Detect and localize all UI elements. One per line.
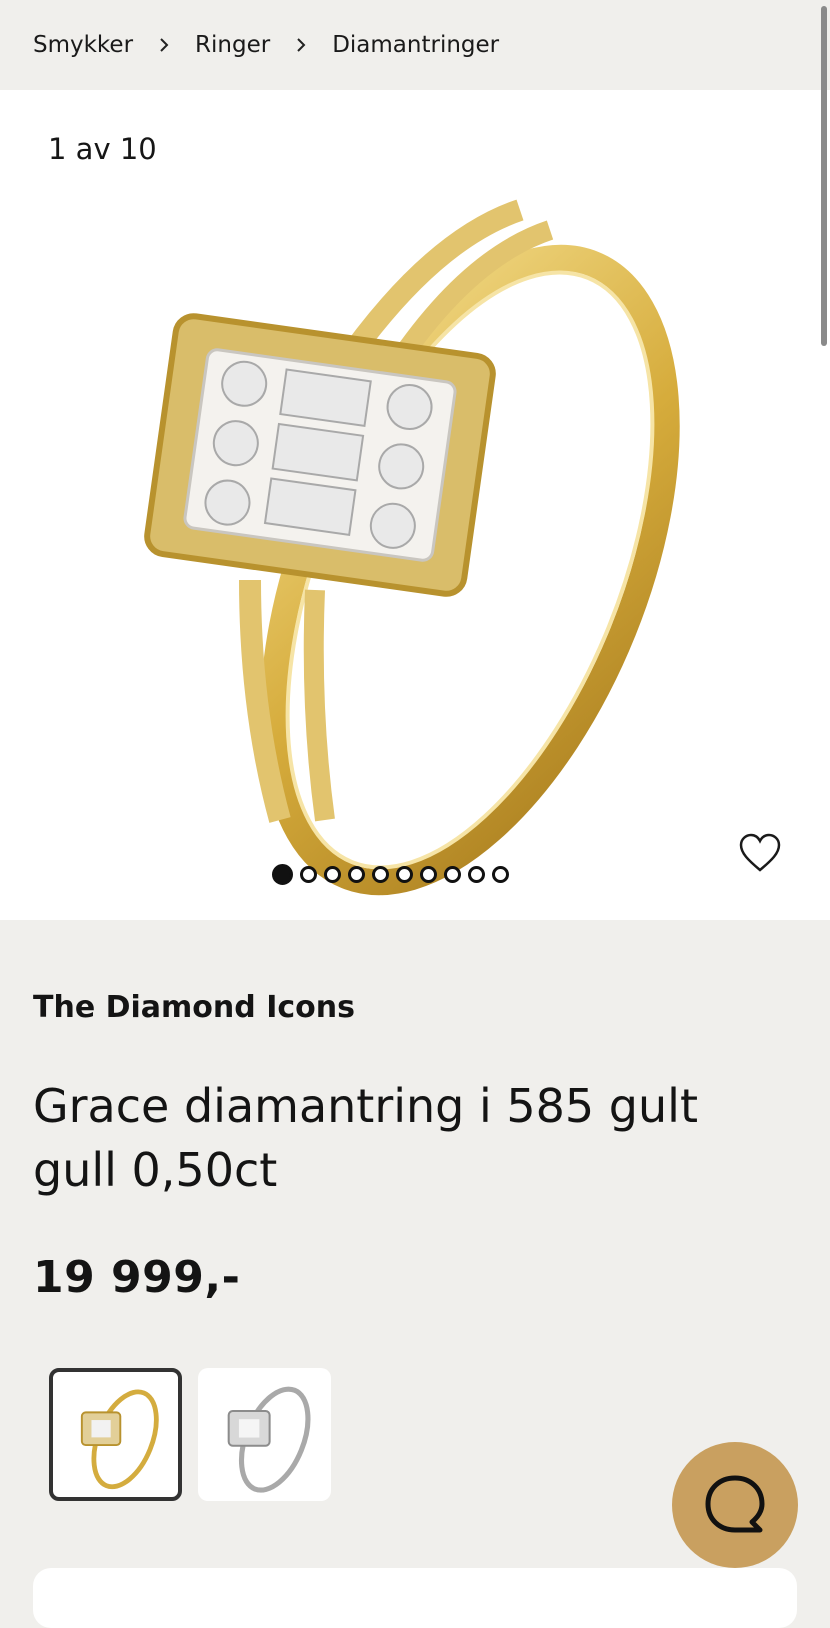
scrollbar[interactable] (818, 0, 830, 1600)
pagination-dot[interactable] (272, 864, 293, 885)
pagination-dot[interactable] (420, 866, 437, 883)
pagination-dot[interactable] (396, 866, 413, 883)
pagination-dot[interactable] (492, 866, 509, 883)
chevron-right-icon (297, 38, 306, 52)
product-image-gallery[interactable]: 1 av 10 (0, 90, 830, 920)
product-image (144, 199, 680, 896)
scrollbar-thumb[interactable] (821, 6, 827, 346)
chat-bubble-icon (705, 1475, 765, 1533)
variant-thumb-white-gold[interactable] (198, 1368, 331, 1501)
breadcrumb: Smykker Ringer Diamantringer (0, 0, 830, 90)
ring-thumbnail-image (80, 1389, 159, 1490)
chevron-right-icon (160, 38, 169, 52)
heart-icon[interactable] (738, 832, 782, 876)
chat-button[interactable] (672, 1442, 798, 1568)
pagination-dot[interactable] (300, 866, 317, 883)
pagination-dot[interactable] (444, 866, 461, 883)
breadcrumb-item-smykker[interactable]: Smykker (33, 32, 133, 58)
product-price: 19 999,- (33, 1252, 241, 1303)
pagination-dot[interactable] (348, 866, 365, 883)
image-pagination (272, 864, 509, 885)
breadcrumb-item-ringer[interactable]: Ringer (195, 32, 270, 58)
pagination-dot[interactable] (324, 866, 341, 883)
variant-thumb-yellow-gold[interactable] (49, 1368, 182, 1501)
product-title: Grace diamantring i 585 gult gull 0,50ct (33, 1079, 698, 1197)
ring-thumbnail-image (227, 1386, 311, 1493)
variant-selector (49, 1368, 331, 1501)
breadcrumb-item-diamantringer[interactable]: Diamantringer (332, 32, 499, 58)
product-brand[interactable]: The Diamond Icons (33, 990, 355, 1025)
pagination-dot[interactable] (372, 866, 389, 883)
details-card (33, 1568, 797, 1628)
pagination-dot[interactable] (468, 866, 485, 883)
